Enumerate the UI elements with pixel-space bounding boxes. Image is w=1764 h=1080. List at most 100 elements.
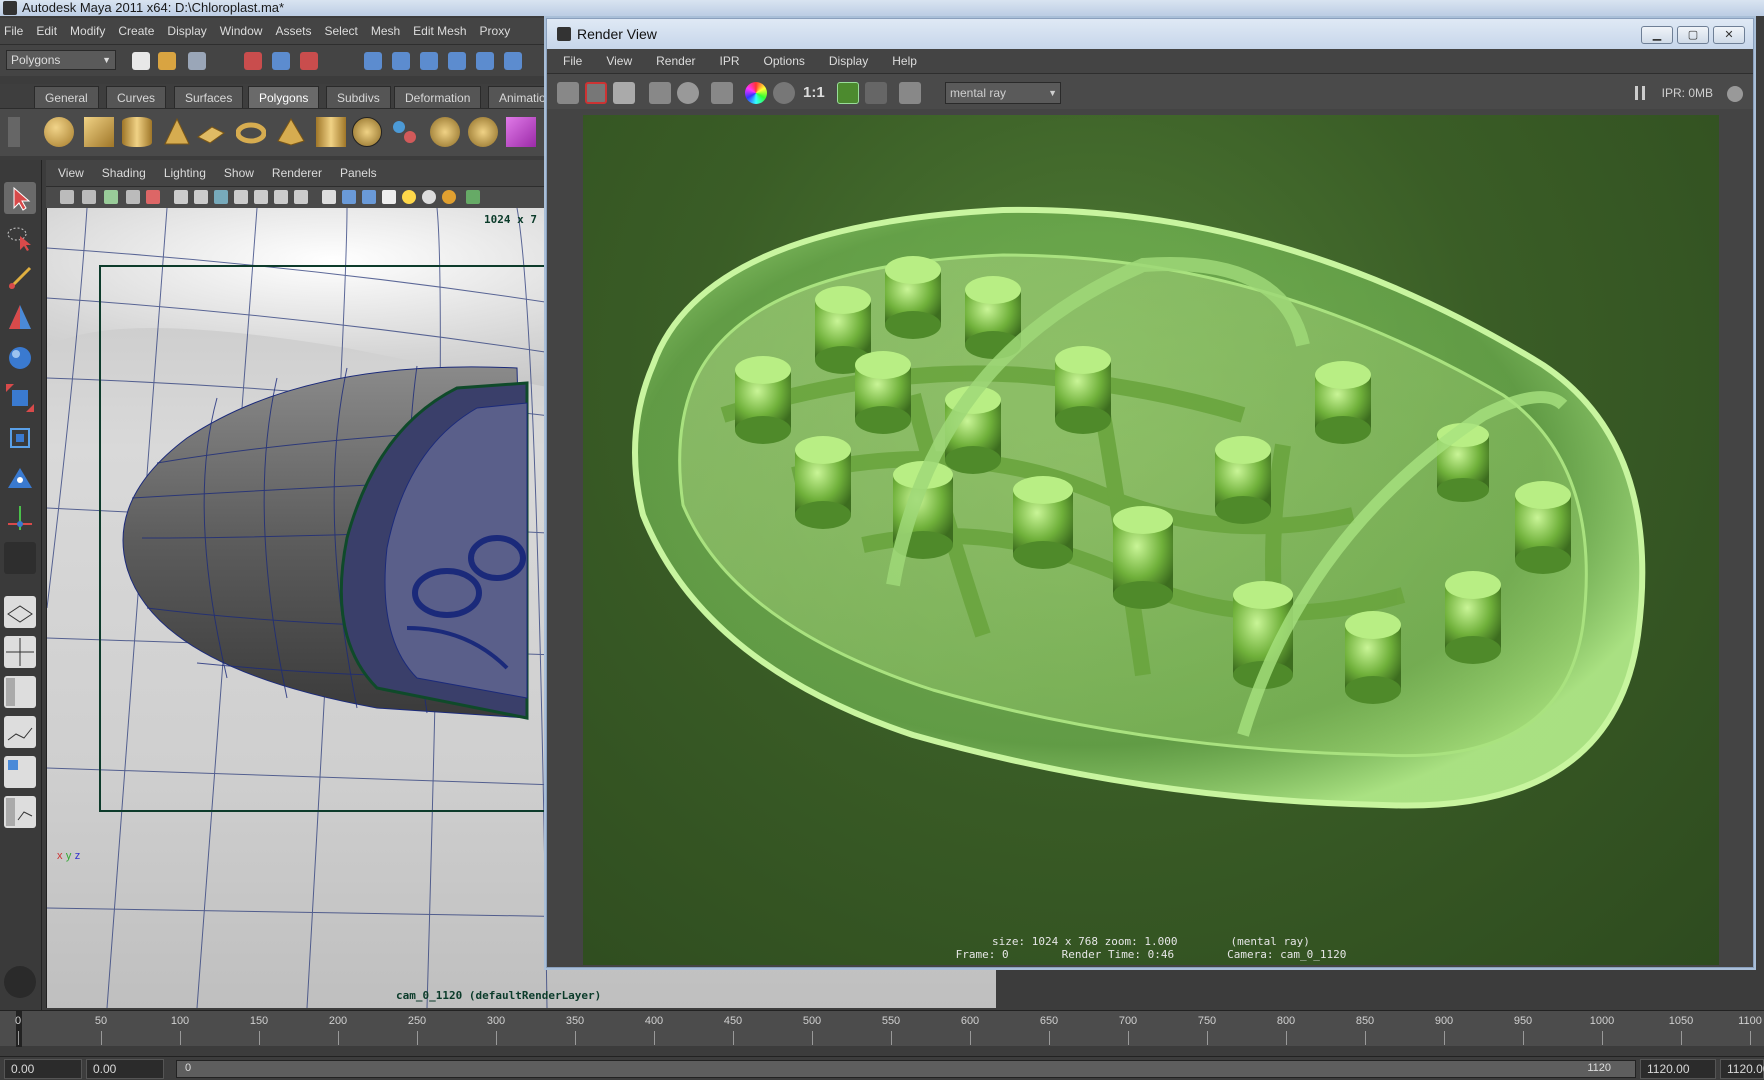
snapshot-icon[interactable] [613, 82, 635, 104]
poly-sphere-icon[interactable] [44, 117, 74, 147]
persp-outliner-layout-icon[interactable] [4, 676, 36, 708]
display-render-globals-icon[interactable] [899, 82, 921, 104]
redo-render-icon[interactable] [557, 82, 579, 104]
minimize-button[interactable]: ▁ [1641, 26, 1673, 44]
menu-create[interactable]: Create [118, 24, 154, 38]
field-chart-icon[interactable] [254, 190, 268, 204]
select-hierarchy-icon[interactable] [244, 52, 262, 70]
select-component-icon[interactable] [300, 52, 318, 70]
safe-action-icon[interactable] [274, 190, 288, 204]
poly-soccerball-icon[interactable] [352, 117, 382, 147]
help-icon[interactable] [4, 966, 36, 998]
tab-deformation[interactable]: Deformation [394, 86, 482, 108]
default-lighting-icon[interactable] [402, 190, 416, 204]
grid-icon[interactable] [174, 190, 188, 204]
render-region-icon[interactable] [585, 82, 607, 104]
two-d-pan-zoom-icon[interactable] [146, 190, 160, 204]
image-plane-icon[interactable] [126, 190, 140, 204]
end-time-field[interactable]: 1120.00 [1720, 1059, 1764, 1079]
pause-icon[interactable] [1635, 86, 1645, 100]
xray-icon[interactable] [382, 190, 396, 204]
poly-pipe-icon[interactable] [316, 117, 346, 147]
viewport-menu-shading[interactable]: Shading [102, 166, 146, 180]
menu-edit[interactable]: Edit [36, 24, 57, 38]
all-lights-icon[interactable] [422, 190, 436, 204]
select-tool-icon[interactable] [4, 182, 36, 214]
last-tool-icon[interactable] [4, 542, 36, 574]
menu-proxy[interactable]: Proxy [480, 24, 511, 38]
menu-file[interactable]: File [4, 24, 23, 38]
rv-menu-display[interactable]: Display [829, 54, 868, 68]
wireframe-icon[interactable] [322, 190, 336, 204]
menu-set-select[interactable]: Polygons ▼ [6, 50, 116, 70]
poly-cylinder-icon[interactable] [122, 117, 152, 147]
move-tool-icon[interactable] [4, 302, 36, 334]
history-icon[interactable] [504, 52, 522, 70]
gate-mask-icon[interactable] [234, 190, 248, 204]
start-time-field[interactable]: 0.00 [4, 1059, 82, 1079]
wireframe-on-shaded-icon[interactable] [362, 190, 376, 204]
smooth-proxy-icon[interactable] [506, 117, 536, 147]
refresh-ipr-icon[interactable] [677, 82, 699, 104]
menu-assets[interactable]: Assets [275, 24, 311, 38]
viewport-menu-panels[interactable]: Panels [340, 166, 377, 180]
poly-cube-icon[interactable] [84, 117, 114, 147]
scale-tool-icon[interactable] [4, 382, 36, 414]
rv-menu-options[interactable]: Options [764, 54, 805, 68]
show-manipulator-icon[interactable] [4, 502, 36, 534]
select-object-icon[interactable] [272, 52, 290, 70]
poly-cone-icon[interactable] [162, 117, 192, 147]
tab-general[interactable]: General [34, 86, 99, 108]
four-view-layout-icon[interactable] [4, 636, 36, 668]
close-button[interactable]: ✕ [1713, 26, 1745, 44]
shelf-menu-icon[interactable] [8, 117, 20, 147]
lasso-tool-icon[interactable] [4, 222, 36, 254]
snap-point-icon[interactable] [420, 52, 438, 70]
menu-select[interactable]: Select [324, 24, 357, 38]
poly-torus-icon[interactable] [235, 117, 267, 147]
rv-menu-help[interactable]: Help [892, 54, 917, 68]
rv-menu-ipr[interactable]: IPR [720, 54, 740, 68]
soft-modification-icon[interactable] [4, 462, 36, 494]
menu-display[interactable]: Display [167, 24, 206, 38]
maximize-button[interactable]: ▢ [1677, 26, 1709, 44]
playback-end-field[interactable]: 1120.00 [1640, 1059, 1716, 1079]
bookmarks-icon[interactable] [104, 190, 118, 204]
render-settings-icon[interactable] [711, 82, 733, 104]
playback-start-field[interactable]: 0.00 [86, 1059, 164, 1079]
camera-select-icon[interactable] [60, 190, 74, 204]
resolution-gate-icon[interactable] [214, 190, 228, 204]
combine-icon[interactable] [390, 117, 420, 147]
menu-mesh[interactable]: Mesh [371, 24, 400, 38]
snap-plane-icon[interactable] [448, 52, 466, 70]
camera-attributes-icon[interactable] [82, 190, 96, 204]
isolate-select-icon[interactable] [466, 190, 480, 204]
remove-image-icon[interactable] [865, 82, 887, 104]
persp-graph-layout-icon[interactable] [4, 716, 36, 748]
shadows-icon[interactable] [442, 190, 456, 204]
tab-subdivs[interactable]: Subdivs [326, 86, 391, 108]
viewport-menu-lighting[interactable]: Lighting [164, 166, 206, 180]
save-scene-icon[interactable] [188, 52, 206, 70]
range-slider[interactable]: 0 1120 [176, 1060, 1636, 1078]
universal-manipulator-icon[interactable] [4, 422, 36, 454]
tab-curves[interactable]: Curves [106, 86, 167, 108]
snap-curve-icon[interactable] [392, 52, 410, 70]
menu-modify[interactable]: Modify [70, 24, 105, 38]
film-gate-icon[interactable] [194, 190, 208, 204]
time-slider[interactable]: 0 50 100 150 200 250 300 350 400 450 500… [0, 1010, 1764, 1047]
single-perspective-layout-icon[interactable] [4, 596, 36, 628]
ipr-render-icon[interactable] [649, 82, 671, 104]
rv-menu-file[interactable]: File [563, 54, 582, 68]
separate-icon[interactable] [430, 117, 460, 147]
new-scene-icon[interactable] [132, 52, 150, 70]
keep-image-icon[interactable] [837, 82, 859, 104]
safe-title-icon[interactable] [294, 190, 308, 204]
hypershade-layout-icon[interactable] [4, 756, 36, 788]
tab-polygons[interactable]: Polygons [248, 86, 320, 108]
snap-grid-icon[interactable] [364, 52, 382, 70]
real-size-button[interactable]: 1:1 [803, 84, 825, 101]
renderer-select[interactable]: mental ray ▼ [945, 82, 1061, 104]
make-live-icon[interactable] [476, 52, 494, 70]
paint-select-tool-icon[interactable] [4, 262, 36, 294]
